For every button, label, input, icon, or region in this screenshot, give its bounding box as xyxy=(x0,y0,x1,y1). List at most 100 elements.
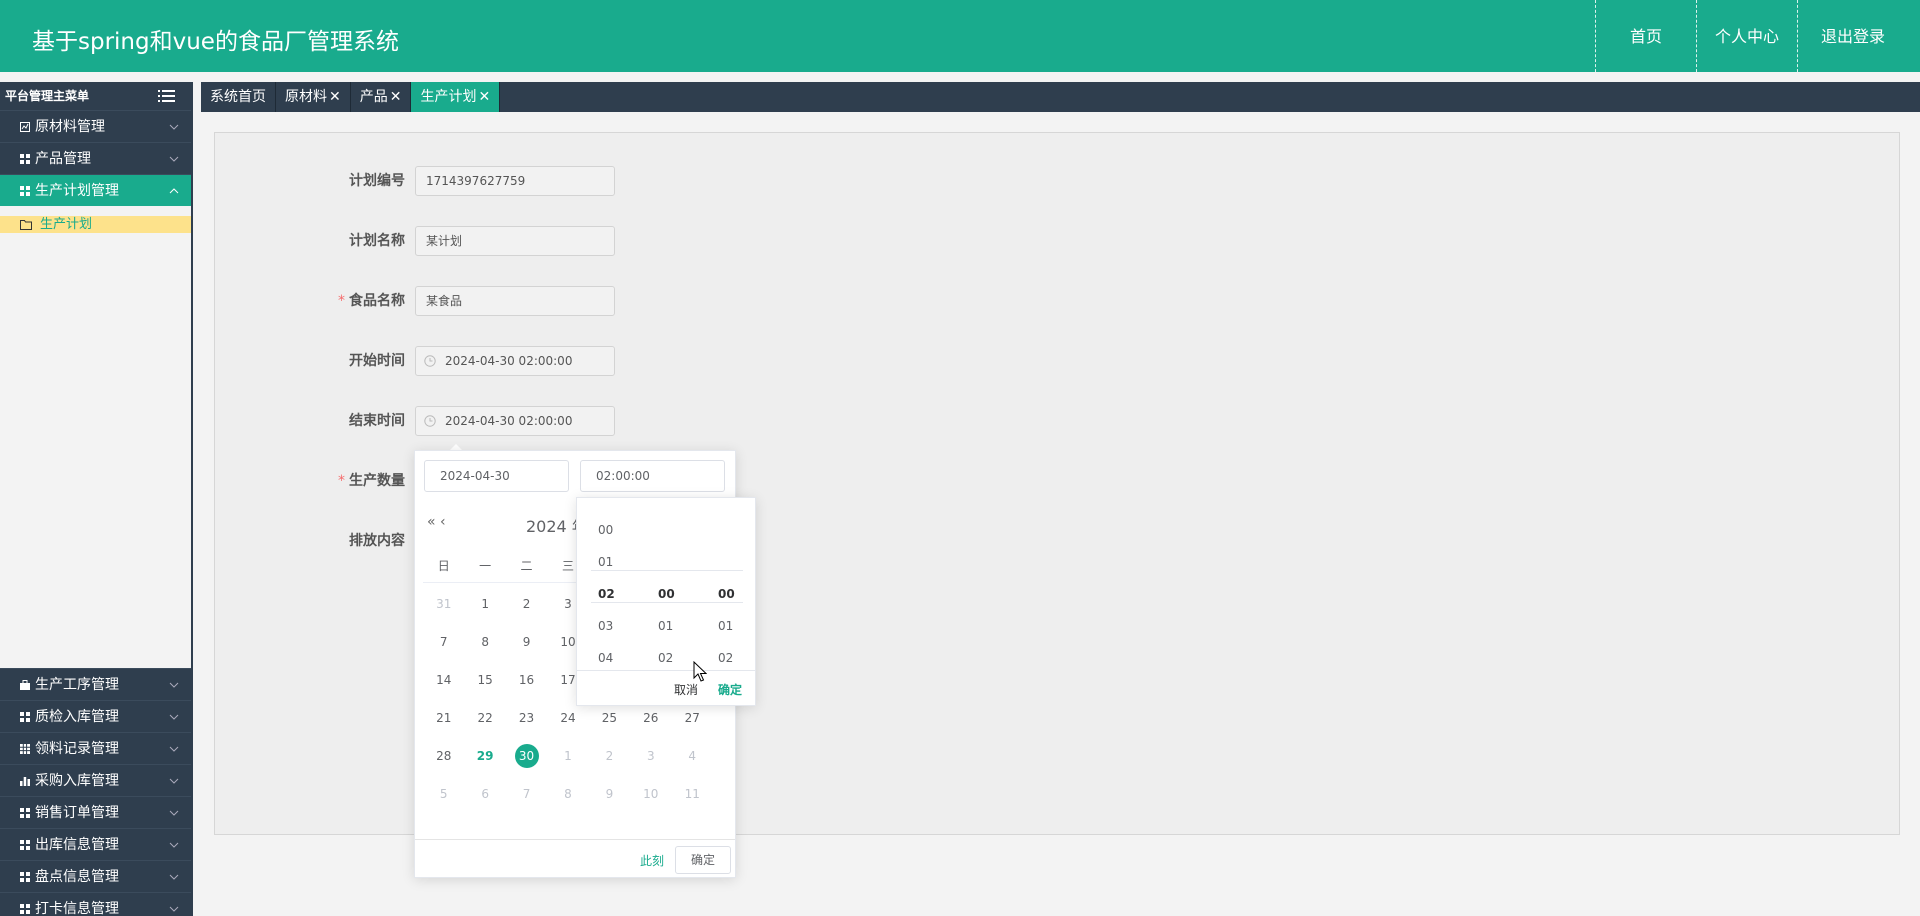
sidebar-item-label: 领料记录管理 xyxy=(35,741,119,757)
nav-logout[interactable]: 退出登录 xyxy=(1797,0,1920,72)
calendar-row: 5 6 7 8 9 10 11 xyxy=(423,775,713,813)
sidebar-item-outbound[interactable]: 出库信息管理 xyxy=(0,828,191,860)
tab-product[interactable]: 产品 ✕ xyxy=(350,82,412,112)
second-option[interactable]: 01 xyxy=(718,610,778,642)
sidebar-item-quality[interactable]: 质检入库管理 xyxy=(0,700,191,732)
nav-home[interactable]: 首页 xyxy=(1595,0,1696,72)
dp-date-input[interactable]: 2024-04-30 xyxy=(424,460,569,492)
spinner-cancel-button[interactable]: 取消 xyxy=(674,681,698,698)
hour-option[interactable]: 03 xyxy=(598,610,658,642)
calendar-day[interactable]: 9 xyxy=(589,775,630,813)
sidebar-item-label: 采购入库管理 xyxy=(35,773,119,789)
hour-option-selected[interactable]: 02 xyxy=(598,578,658,610)
end-label: 结束时间 xyxy=(349,413,405,429)
dp-confirm-button[interactable]: 确定 xyxy=(675,846,731,874)
calendar-day[interactable]: 21 xyxy=(423,699,464,737)
food-label: * 食品名称 xyxy=(215,286,405,316)
dp-footer: 此刻 确定 xyxy=(415,839,735,879)
hours-column[interactable]: 00 01 02 03 04 xyxy=(598,514,658,674)
calendar-day[interactable]: 11 xyxy=(672,775,713,813)
tab-production-plan[interactable]: 生产计划 ✕ xyxy=(411,82,501,112)
sidebar-item-picking[interactable]: 领料记录管理 xyxy=(0,732,191,764)
end-time-field[interactable]: 2024-04-30 02:00:00 xyxy=(415,406,615,436)
calendar-day[interactable]: 8 xyxy=(547,775,588,813)
calendar-day[interactable]: 10 xyxy=(630,775,671,813)
calendar-day[interactable]: 1 xyxy=(547,737,588,775)
now-button[interactable]: 此刻 xyxy=(640,852,664,869)
calendar-day[interactable]: 7 xyxy=(423,623,464,661)
nav-profile[interactable]: 个人中心 xyxy=(1696,0,1797,72)
calendar-day-selected[interactable]: 30 xyxy=(506,737,547,775)
calendar-day[interactable]: 28 xyxy=(423,737,464,775)
sidebar-item-inventory[interactable]: 盘点信息管理 xyxy=(0,860,191,892)
calendar-day[interactable]: 22 xyxy=(464,699,505,737)
hour-option[interactable]: 01 xyxy=(598,546,658,578)
sidebar: 平台管理主菜单 原材料管理 产品管理 生产计划管理 生产计划 生产工序管理 质检… xyxy=(0,82,193,916)
sidebar-item-label: 出库信息管理 xyxy=(35,837,119,853)
tab-label: 产品 xyxy=(359,89,388,105)
dp-time-input[interactable]: 02:00:00 xyxy=(580,460,725,492)
sidebar-item-clockin[interactable]: 打卡信息管理 xyxy=(0,892,191,916)
plan-no-label: 计划编号 xyxy=(349,173,405,189)
sidebar-item-raw-material[interactable]: 原材料管理 xyxy=(0,110,191,142)
close-icon[interactable]: ✕ xyxy=(478,89,490,105)
calendar-day[interactable]: 4 xyxy=(672,737,713,775)
sidebar-subitem-plan[interactable]: 生产计划 xyxy=(0,216,191,233)
tab-home[interactable]: 系统首页 xyxy=(201,82,276,112)
calendar-day[interactable]: 2 xyxy=(589,737,630,775)
minute-option[interactable] xyxy=(658,514,718,546)
calendar-day[interactable]: 8 xyxy=(464,623,505,661)
grid-icon xyxy=(20,154,30,164)
start-label: 开始时间 xyxy=(349,353,405,369)
tab-raw-material[interactable]: 原材料 ✕ xyxy=(276,82,351,112)
chart-icon xyxy=(20,122,30,132)
calendar-day-today[interactable]: 29 xyxy=(464,737,505,775)
calendar-day[interactable]: 1 xyxy=(464,585,505,623)
calendar-day[interactable]: 15 xyxy=(464,661,505,699)
minutes-column[interactable]: 00 01 02 xyxy=(658,514,718,674)
plan-no-field[interactable]: 1714397627759 xyxy=(415,166,615,196)
calendar-day[interactable]: 9 xyxy=(506,623,547,661)
sidebar-item-product[interactable]: 产品管理 xyxy=(0,142,191,174)
calendar-day[interactable]: 6 xyxy=(464,775,505,813)
second-option[interactable] xyxy=(718,546,778,578)
second-option[interactable] xyxy=(718,514,778,546)
tab-label: 系统首页 xyxy=(210,89,266,105)
calendar-day[interactable]: 5 xyxy=(423,775,464,813)
calendar-day[interactable]: 2 xyxy=(506,585,547,623)
sidebar-item-purchase[interactable]: 采购入库管理 xyxy=(0,764,191,796)
sidebar-item-sales[interactable]: 销售订单管理 xyxy=(0,796,191,828)
seconds-column[interactable]: 00 01 02 xyxy=(718,514,778,674)
sidebar-item-label: 生产计划管理 xyxy=(35,183,119,199)
tab-label: 原材料 xyxy=(285,89,327,105)
minute-option-selected[interactable]: 00 xyxy=(658,578,718,610)
calendar-day[interactable]: 16 xyxy=(506,661,547,699)
hour-option[interactable]: 00 xyxy=(598,514,658,546)
sidebar-item-production-plan[interactable]: 生产计划管理 xyxy=(0,174,191,206)
food-field[interactable]: 某食品 xyxy=(415,286,615,316)
sidebar-item-label: 生产工序管理 xyxy=(35,677,119,693)
weekday: 日 xyxy=(437,559,450,573)
calendar-day[interactable]: 23 xyxy=(506,699,547,737)
chevron-down-icon xyxy=(169,874,179,880)
chevron-down-icon xyxy=(169,746,179,752)
calendar-day[interactable]: 14 xyxy=(423,661,464,699)
menu-toggle-icon[interactable] xyxy=(158,89,175,103)
sidebar-item-process[interactable]: 生产工序管理 xyxy=(0,668,191,700)
spinner-confirm-button[interactable]: 确定 xyxy=(718,681,742,698)
plan-name-label: 计划名称 xyxy=(349,233,405,249)
top-header: 基于spring和vue的食品厂管理系统 首页 个人中心 退出登录 xyxy=(0,0,1920,72)
close-icon[interactable]: ✕ xyxy=(329,89,341,105)
start-time-field[interactable]: 2024-04-30 02:00:00 xyxy=(415,346,615,376)
calendar-day[interactable]: 31 xyxy=(423,585,464,623)
calendar-day[interactable]: 7 xyxy=(506,775,547,813)
close-icon[interactable]: ✕ xyxy=(390,89,402,105)
second-option-selected[interactable]: 00 xyxy=(718,578,778,610)
minute-option[interactable]: 01 xyxy=(658,610,718,642)
chevron-down-icon xyxy=(169,156,179,162)
calendar-day[interactable]: 3 xyxy=(630,737,671,775)
prev-year-month-icon[interactable]: « ‹ xyxy=(427,514,446,530)
app-title: 基于spring和vue的食品厂管理系统 xyxy=(32,29,399,55)
minute-option[interactable] xyxy=(658,546,718,578)
plan-name-field[interactable]: 某计划 xyxy=(415,226,615,256)
